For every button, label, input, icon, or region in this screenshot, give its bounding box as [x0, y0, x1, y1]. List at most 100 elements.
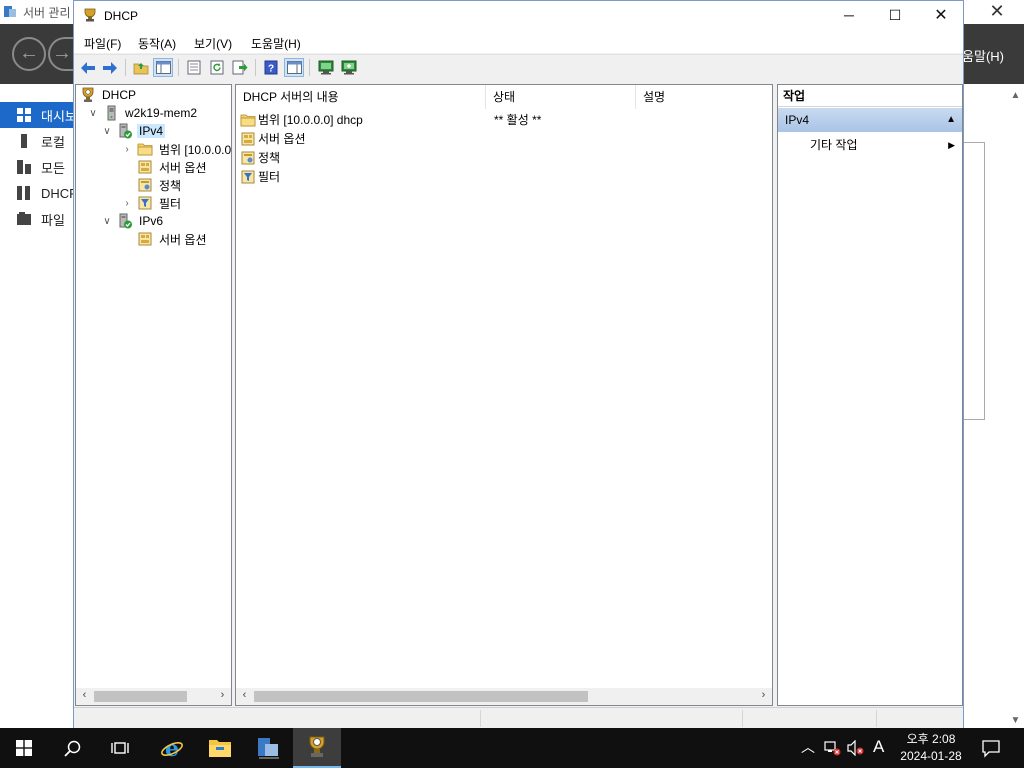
tree-node[interactable]: › 범위 [10.0.0.0 [121, 140, 233, 158]
dhcp-titlebar: DHCP ─ ☐ ✕ [74, 1, 963, 31]
taskbar-internet-explorer[interactable]: e [148, 728, 196, 768]
server-manager-forward-button[interactable]: → [48, 37, 74, 71]
column-header-description[interactable]: 설명 [636, 85, 772, 109]
toolbar-separator [125, 59, 126, 76]
minimize-button[interactable]: ─ [826, 1, 872, 31]
tree-node-label: 서버 옵션 [159, 160, 207, 175]
menu-view[interactable]: 보기(V) [194, 35, 232, 52]
help-icon[interactable]: ? [261, 58, 281, 77]
file-explorer-icon [209, 740, 231, 757]
tree-scroll-thumb[interactable] [94, 691, 187, 702]
column-header-name[interactable]: DHCP 서버의 내용 [236, 85, 486, 109]
tree-node[interactable]: DHCP [80, 86, 138, 104]
tree-node[interactable]: ∨ IPv6 [101, 212, 165, 230]
action-more-actions[interactable]: 기타 작업 ▶ [778, 135, 962, 155]
expand-closed-icon[interactable]: › [121, 198, 133, 209]
taskbar-file-explorer[interactable] [196, 728, 244, 768]
show-hide-action-pane-icon[interactable] [284, 58, 304, 77]
window-title: DHCP [104, 9, 139, 23]
list-item-status: ** 활성 ** [494, 113, 542, 127]
up-folder-icon[interactable] [131, 58, 151, 77]
column-header-status[interactable]: 상태 [486, 85, 636, 109]
tree-node[interactable]: 서버 옵션 [121, 158, 209, 176]
scroll-left-icon[interactable]: ‹ [76, 689, 93, 701]
nav-item-label: 파일 [41, 212, 65, 228]
filters-icon [137, 195, 153, 211]
list-item-name: 정책 [258, 151, 281, 165]
maximize-button[interactable]: ☐ [872, 1, 918, 31]
server-manager-nav-item[interactable]: 대시보 [0, 102, 77, 128]
action-center-icon[interactable] [980, 736, 1002, 760]
properties-icon[interactable] [184, 58, 204, 77]
scroll-right-icon[interactable]: › [755, 689, 772, 701]
all-servers-icon [16, 159, 32, 175]
tree-node[interactable]: ∨ w2k19-mem2 [87, 104, 199, 122]
clock[interactable]: 오후 2:08 2024-01-28 [890, 731, 972, 765]
submenu-arrow-icon: ▶ [948, 140, 955, 150]
list-horizontal-scrollbar[interactable]: ‹ › [236, 688, 772, 705]
back-arrow-icon[interactable] [78, 58, 98, 77]
menu-action[interactable]: 동작(A) [138, 35, 176, 52]
tree-node[interactable]: ∨ IPv4 [101, 122, 166, 140]
network-icon[interactable] [824, 740, 841, 756]
list-item[interactable]: 필터 [240, 167, 760, 186]
nav-item-label: 대시보 [41, 108, 77, 124]
tree-node[interactable]: 서버 옵션 [121, 230, 209, 248]
tree-node-label: w2k19-mem2 [125, 106, 198, 120]
policies-icon [240, 150, 256, 166]
menu-file[interactable]: 파일(F) [84, 35, 121, 52]
tree-node-label: IPv6 [139, 214, 164, 228]
expand-closed-icon[interactable]: › [121, 144, 133, 155]
expand-open-icon[interactable]: ∨ [101, 126, 113, 137]
taskbar-dhcp-console[interactable] [293, 728, 341, 768]
action-section-ipv4[interactable]: IPv4 ▲ [778, 108, 962, 132]
tree-horizontal-scrollbar[interactable]: ‹ › [76, 688, 231, 705]
scroll-right-icon[interactable]: › [214, 689, 231, 701]
volume-muted-icon[interactable] [847, 740, 865, 756]
scroll-down-icon[interactable]: ▼ [1007, 715, 1024, 726]
server-manager-back-button[interactable]: ← [12, 37, 46, 71]
server-manager-nav-item[interactable]: DHCP [0, 180, 78, 206]
export-list-icon[interactable] [230, 58, 250, 77]
dhcp-role-icon [16, 185, 32, 201]
close-button[interactable]: ✕ [918, 1, 964, 31]
server-manager-icon [258, 738, 279, 759]
scroll-up-icon[interactable]: ▲ [1007, 90, 1024, 101]
server-manager-nav-item[interactable]: 파일 [0, 206, 74, 232]
add-server-icon[interactable] [339, 58, 359, 77]
refresh-icon[interactable] [207, 58, 227, 77]
expand-open-icon[interactable]: ∨ [101, 216, 113, 227]
list-item[interactable]: 서버 옵션 [240, 129, 760, 148]
scope-folder-icon [137, 141, 153, 157]
svg-text:e: e [165, 736, 179, 760]
list-item[interactable]: 범위 [10.0.0.0] dhcp ** 활성 ** [240, 110, 760, 129]
forward-arrow-icon[interactable] [100, 58, 120, 77]
show-hidden-icons-chevron-icon[interactable]: ︿ [801, 737, 815, 757]
action-pane: 작업 IPv4 ▲ 기타 작업 ▶ [777, 84, 963, 706]
status-divider [480, 710, 481, 727]
list-item[interactable]: 정책 [240, 148, 760, 167]
taskbar-server-manager[interactable] [244, 728, 292, 768]
task-view-button[interactable] [96, 728, 144, 768]
input-method-indicator[interactable]: A [873, 737, 884, 757]
search-button[interactable] [48, 728, 96, 768]
server-manager-nav-item[interactable]: 로컬 [0, 128, 74, 154]
server-manager-close-button[interactable]: ✕ [984, 1, 1010, 22]
server-manager-title: 서버 관리 [23, 6, 71, 20]
server-manager-help-menu[interactable]: 움말(H) [962, 46, 1004, 65]
list-scroll-thumb[interactable] [254, 691, 588, 702]
collapse-up-icon[interactable]: ▲ [946, 108, 956, 132]
expand-open-icon[interactable]: ∨ [87, 108, 99, 119]
server-manager-scrollbar[interactable]: ▲ ▼ [1007, 84, 1024, 728]
dhcp-app-icon [84, 8, 96, 22]
server-manager-nav-item[interactable]: 모든 [0, 154, 74, 180]
tree-node[interactable]: › 필터 [121, 194, 183, 212]
menu-help[interactable]: 도움말(H) [251, 35, 301, 52]
tree-node-label: DHCP [102, 88, 137, 102]
tree-node[interactable]: 정책 [121, 176, 183, 194]
scroll-left-icon[interactable]: ‹ [236, 689, 253, 701]
display-statistics-icon[interactable] [316, 58, 336, 77]
start-button[interactable] [0, 728, 48, 768]
show-hide-tree-icon[interactable] [153, 58, 173, 77]
internet-explorer-icon: e [161, 736, 183, 760]
